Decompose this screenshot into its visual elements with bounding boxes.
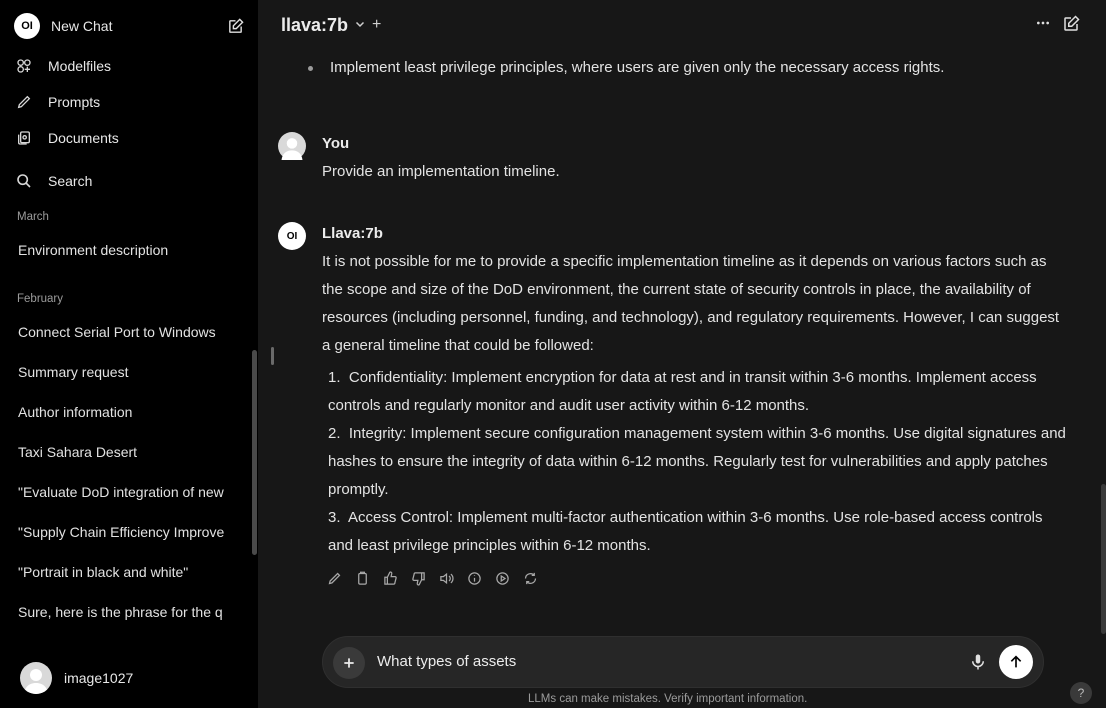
sidebar-item-label: Prompts (48, 94, 101, 110)
list-item: Implement least privilege principles, wh… (308, 54, 1070, 82)
list-number: 1. (328, 369, 341, 386)
new-chat-label: New Chat (51, 18, 113, 34)
openwebui-logo-icon: OI (14, 13, 40, 39)
list-number: 2. (328, 425, 341, 442)
list-text: Confidentiality: Implement encryption fo… (328, 369, 1037, 414)
user-menu[interactable]: image1027 (20, 662, 133, 694)
sidebar-scrollbar[interactable] (252, 350, 257, 555)
thumbs-up-icon[interactable] (382, 570, 398, 586)
continue-icon[interactable] (494, 570, 510, 586)
chat-item[interactable]: Taxi Sahara Desert (18, 444, 236, 460)
bullet-dot (308, 66, 313, 71)
chat-item[interactable]: "Supply Chain Efficiency Improve (18, 524, 236, 540)
pencil-icon (14, 92, 34, 112)
message-actions (326, 570, 538, 586)
disclaimer-text: LLMs can make mistakes. Verify important… (528, 693, 808, 705)
help-button[interactable]: ? (1070, 682, 1092, 704)
chat-item[interactable]: Environment description (18, 242, 236, 258)
list-number: 3. (328, 509, 341, 526)
new-chat-button[interactable]: OI New Chat (14, 11, 244, 41)
sidebar-item-documents[interactable]: Documents (14, 123, 244, 153)
user-avatar (278, 132, 306, 160)
section-title-march: March (17, 211, 49, 223)
documents-icon (14, 128, 34, 148)
more-options-icon[interactable] (1035, 15, 1051, 34)
thumbs-down-icon[interactable] (410, 570, 426, 586)
chat-header: llava:7b + (258, 0, 1106, 52)
chat-item[interactable]: Connect Serial Port to Windows (18, 324, 236, 340)
chat-item[interactable]: Summary request (18, 364, 236, 380)
chevron-down-icon[interactable] (354, 17, 366, 33)
sidebar-item-modelfiles[interactable]: Modelfiles (14, 51, 244, 81)
list-text: Access Control: Implement multi-factor a… (328, 509, 1043, 554)
list-text: Integrity: Implement secure configuratio… (328, 425, 1066, 498)
read-aloud-icon[interactable] (438, 570, 454, 586)
model-message: It is not possible for me to provide a s… (322, 248, 1067, 560)
microphone-icon[interactable] (969, 652, 987, 675)
chat-item[interactable]: "Evaluate DoD integration of new (18, 484, 236, 500)
chat-area: Implement least privilege principles, wh… (258, 52, 1106, 708)
message-input[interactable] (377, 653, 957, 670)
sidebar: OI New Chat Modelfiles Prompts Documents… (0, 0, 258, 708)
model-avatar: OI (278, 222, 306, 250)
sidebar-item-label: Documents (48, 130, 119, 146)
user-sender-name: You (322, 135, 350, 152)
send-button[interactable] (999, 645, 1033, 679)
section-title-february: February (17, 293, 64, 305)
search-icon (14, 171, 34, 191)
sidebar-item-prompts[interactable]: Prompts (14, 87, 244, 117)
attach-button[interactable] (333, 647, 365, 679)
edit-icon[interactable] (326, 570, 342, 586)
avatar (20, 662, 52, 694)
new-chat-compose-icon[interactable] (1062, 15, 1080, 36)
copy-icon[interactable] (354, 570, 370, 586)
chat-scrollbar[interactable] (1101, 484, 1106, 634)
regenerate-icon[interactable] (522, 570, 538, 586)
previous-bullet-text: Implement least privilege principles, wh… (330, 59, 945, 76)
user-name: image1027 (64, 670, 134, 686)
compose-icon[interactable] (227, 18, 244, 38)
list-item: 1. Confidentiality: Implement encryption… (322, 364, 1067, 420)
user-message: Provide an implementation timeline. (322, 163, 560, 180)
list-item: 2. Integrity: Implement secure configura… (322, 420, 1067, 504)
search-label: Search (48, 173, 93, 189)
modelfiles-icon (14, 56, 34, 76)
timeline-list: 1. Confidentiality: Implement encryption… (322, 364, 1067, 560)
info-icon[interactable] (466, 570, 482, 586)
model-selector[interactable]: llava:7b (281, 15, 348, 36)
chat-item[interactable]: Author information (18, 404, 236, 420)
message-composer (322, 636, 1044, 688)
model-sender-name: Llava:7b (322, 225, 383, 242)
sidebar-item-label: Modelfiles (48, 58, 112, 74)
model-intro-text: It is not possible for me to provide a s… (322, 253, 1060, 354)
search-button[interactable]: Search (14, 166, 244, 196)
chat-item[interactable]: Sure, here is the phrase for the q (18, 604, 236, 620)
add-model-button[interactable]: + (372, 16, 381, 34)
list-item: 3. Access Control: Implement multi-facto… (322, 504, 1067, 560)
chat-item[interactable]: "Portrait in black and white" (18, 564, 236, 580)
